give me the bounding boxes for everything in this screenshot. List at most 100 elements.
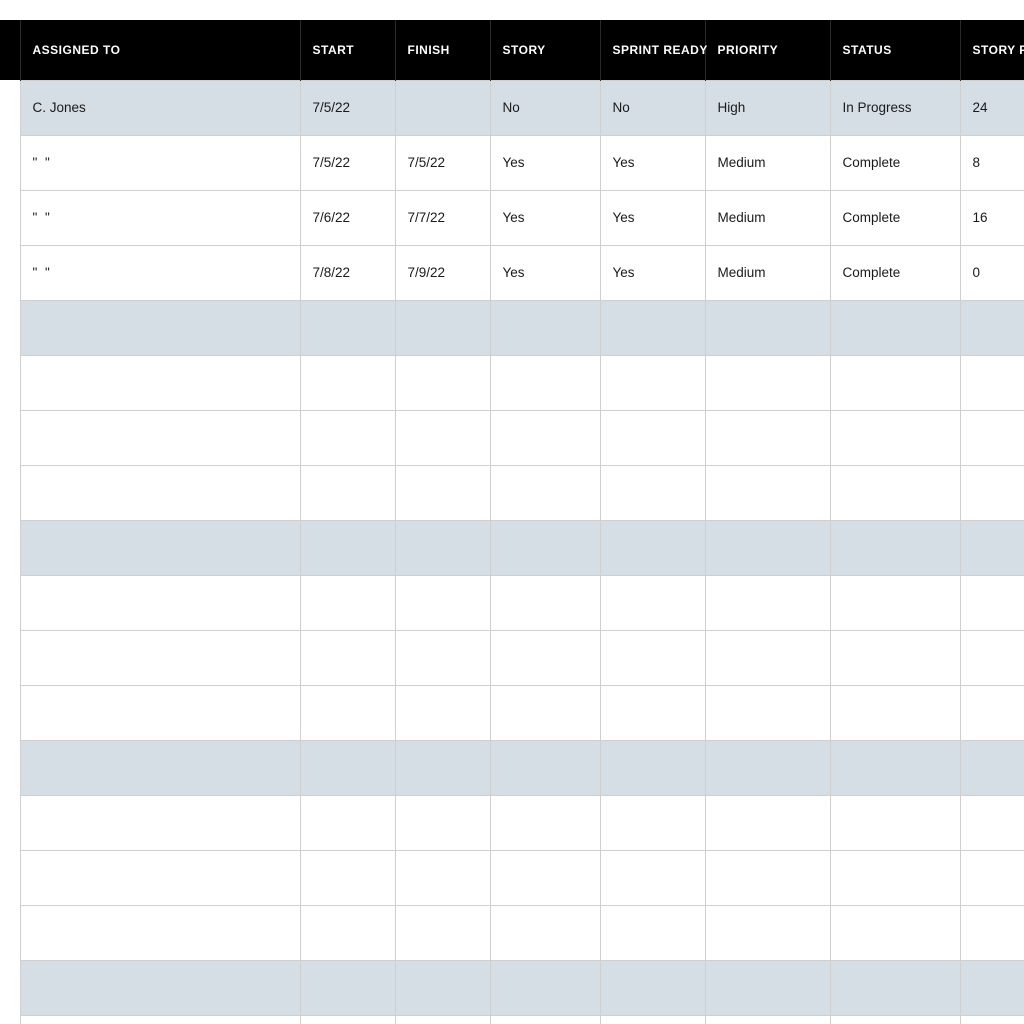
cell-sprint-ready[interactable] [600,905,705,960]
cell-finish[interactable] [395,520,490,575]
cell-finish[interactable] [395,355,490,410]
cell-start[interactable]: 7/6/22 [300,190,395,245]
cell-story[interactable]: Yes [490,245,600,300]
cell-sprint-ready[interactable] [600,685,705,740]
header-sprint-ready[interactable]: SPRINT READY [600,20,705,80]
cell-priority[interactable] [705,1015,830,1024]
cell-finish[interactable] [395,80,490,135]
cell-priority[interactable] [705,740,830,795]
cell-sprint-ready[interactable]: No [600,80,705,135]
cell-assigned-to[interactable]: C. Jones [20,80,300,135]
cell-priority[interactable] [705,685,830,740]
cell-start[interactable]: 7/5/22 [300,80,395,135]
cell-start[interactable] [300,410,395,465]
cell-story-points[interactable] [960,850,1024,905]
cell-assigned-to[interactable] [20,1015,300,1024]
cell-priority[interactable]: High [705,80,830,135]
cell-start[interactable] [300,685,395,740]
cell-priority[interactable] [705,795,830,850]
cell-status[interactable] [830,740,960,795]
cell-priority[interactable] [705,960,830,1015]
cell-status[interactable] [830,465,960,520]
cell-sprint-ready[interactable] [600,520,705,575]
cell-story-points[interactable] [960,300,1024,355]
cell-sprint-ready[interactable] [600,740,705,795]
cell-sprint-ready[interactable] [600,795,705,850]
cell-story[interactable] [490,465,600,520]
header-story[interactable]: STORY [490,20,600,80]
cell-assigned-to[interactable] [20,960,300,1015]
cell-assigned-to[interactable] [20,520,300,575]
cell-story-points[interactable] [960,740,1024,795]
cell-story[interactable] [490,630,600,685]
cell-finish[interactable] [395,905,490,960]
header-priority[interactable]: PRIORITY [705,20,830,80]
cell-start[interactable] [300,905,395,960]
cell-story[interactable]: No [490,80,600,135]
cell-story-points[interactable] [960,795,1024,850]
cell-assigned-to[interactable]: " " [20,245,300,300]
cell-sprint-ready[interactable]: Yes [600,190,705,245]
cell-status[interactable]: In Progress [830,80,960,135]
cell-status[interactable] [830,630,960,685]
cell-sprint-ready[interactable]: Yes [600,245,705,300]
cell-finish[interactable] [395,465,490,520]
cell-finish[interactable] [395,1015,490,1024]
cell-assigned-to[interactable] [20,300,300,355]
cell-start[interactable] [300,520,395,575]
cell-start[interactable] [300,300,395,355]
cell-sprint-ready[interactable] [600,355,705,410]
cell-status[interactable] [830,685,960,740]
cell-story[interactable]: Yes [490,190,600,245]
cell-start[interactable] [300,740,395,795]
cell-finish[interactable]: 7/5/22 [395,135,490,190]
cell-sprint-ready[interactable] [600,850,705,905]
cell-story-points[interactable] [960,520,1024,575]
cell-status[interactable]: Complete [830,135,960,190]
cell-story[interactable] [490,740,600,795]
cell-start[interactable] [300,630,395,685]
cell-priority[interactable] [705,520,830,575]
cell-status[interactable] [830,850,960,905]
cell-sprint-ready[interactable] [600,410,705,465]
cell-finish[interactable] [395,300,490,355]
cell-start[interactable] [300,960,395,1015]
cell-story-points[interactable]: 16 [960,190,1024,245]
cell-finish[interactable]: 7/7/22 [395,190,490,245]
cell-story-points[interactable] [960,1015,1024,1024]
cell-story[interactable] [490,795,600,850]
cell-assigned-to[interactable] [20,575,300,630]
cell-assigned-to[interactable] [20,850,300,905]
cell-start[interactable] [300,575,395,630]
cell-priority[interactable] [705,410,830,465]
cell-finish[interactable] [395,795,490,850]
cell-start[interactable] [300,465,395,520]
cell-sprint-ready[interactable] [600,630,705,685]
cell-finish[interactable] [395,685,490,740]
cell-story-points[interactable] [960,685,1024,740]
cell-story[interactable] [490,905,600,960]
header-finish[interactable]: FINISH [395,20,490,80]
cell-story-points[interactable] [960,905,1024,960]
cell-sprint-ready[interactable]: Yes [600,135,705,190]
cell-finish[interactable] [395,960,490,1015]
cell-assigned-to[interactable] [20,465,300,520]
cell-status[interactable] [830,960,960,1015]
cell-sprint-ready[interactable] [600,300,705,355]
cell-status[interactable]: Complete [830,190,960,245]
cell-story[interactable] [490,520,600,575]
cell-story[interactable] [490,960,600,1015]
cell-story[interactable] [490,300,600,355]
cell-assigned-to[interactable] [20,685,300,740]
cell-status[interactable] [830,410,960,465]
cell-priority[interactable]: Medium [705,190,830,245]
cell-status[interactable] [830,795,960,850]
cell-start[interactable] [300,1015,395,1024]
cell-finish[interactable] [395,575,490,630]
cell-priority[interactable] [705,355,830,410]
cell-story[interactable] [490,850,600,905]
cell-priority[interactable] [705,300,830,355]
cell-finish[interactable] [395,740,490,795]
header-status[interactable]: STATUS [830,20,960,80]
cell-story[interactable]: Yes [490,135,600,190]
